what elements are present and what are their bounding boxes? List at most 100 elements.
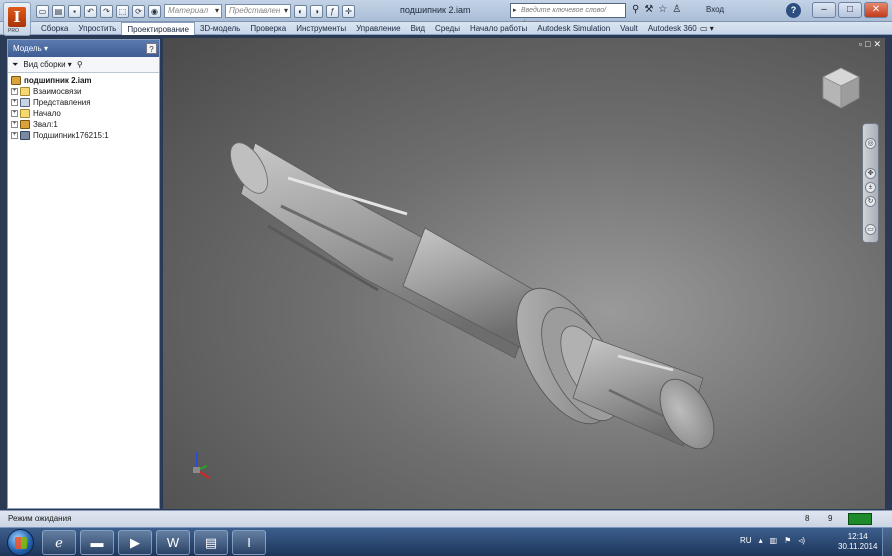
undo-icon[interactable]: ↶ xyxy=(84,4,97,18)
view-face-icon[interactable]: ▭ xyxy=(865,224,876,235)
steering-wheel-icon[interactable]: ◎ xyxy=(865,138,876,149)
select-icon[interactable]: ⬚ xyxy=(116,4,129,18)
open-file-icon[interactable]: ▤ xyxy=(52,4,65,18)
tree-item-label: Представления xyxy=(33,98,91,107)
material-select[interactable]: Материал xyxy=(164,4,222,18)
model-browser: Модель ▾ ? ⏷ Вид сборки ▾ ⚲ подшипник 2.… xyxy=(7,39,160,509)
explorer-folder-icon[interactable]: ▬ xyxy=(80,530,114,555)
start-button[interactable] xyxy=(7,529,34,556)
find-binoculars-icon[interactable]: ⚲ xyxy=(77,60,83,69)
chevron-down-icon[interactable]: ▾ xyxy=(42,44,48,53)
appearance-select[interactable]: Представлен xyxy=(225,4,291,18)
representations-icon xyxy=(20,98,30,107)
status-message: Режим ожидания xyxy=(8,514,72,523)
browser-title[interactable]: Модель xyxy=(13,44,42,53)
globe-icon[interactable]: ◉ xyxy=(148,4,161,18)
tab-assembly[interactable]: Сборка xyxy=(36,22,73,35)
zoom-icon[interactable]: ± xyxy=(865,182,876,193)
flag-icon[interactable]: ⚑ xyxy=(784,536,791,545)
clock-time: 12:14 xyxy=(847,532,868,541)
language-indicator[interactable]: RU xyxy=(740,536,752,545)
user-icon[interactable]: ♙ xyxy=(672,4,681,15)
folder-icon xyxy=(20,109,30,118)
tree-item-representations[interactable]: + Представления xyxy=(11,97,159,108)
tree-item-root[interactable]: подшипник 2.iam xyxy=(11,75,159,86)
folder-icon xyxy=(20,87,30,96)
tab-get-started[interactable]: Начало работы xyxy=(465,22,532,35)
tree-item-bearing[interactable]: + Подшипник176215:1 xyxy=(11,130,159,141)
tab-simplify[interactable]: Упростить xyxy=(73,22,121,35)
status-bar: Режим ожидания 8 9 xyxy=(0,510,892,527)
pan-icon[interactable]: ✥ xyxy=(865,168,876,179)
tab-tools[interactable]: Инструменты xyxy=(291,22,351,35)
update-icon[interactable]: ⟳ xyxy=(132,4,145,18)
clock-date: 30.11.2014 xyxy=(838,542,878,551)
save-icon[interactable]: ▪ xyxy=(68,4,81,18)
shaft-model[interactable] xyxy=(163,38,885,509)
tools-icon[interactable]: ⚒ xyxy=(644,4,653,15)
graphics-viewport[interactable]: ▫ □ ✕ ◎ ✥ ± ↻ ▭ xyxy=(163,38,885,509)
search-input[interactable]: Введите ключевое слово/фразу xyxy=(510,3,626,27)
part-icon xyxy=(20,120,30,129)
browser-help-icon[interactable]: ? xyxy=(146,43,157,54)
browser-header: Модель ▾ ? xyxy=(8,40,159,57)
sign-in-button[interactable]: Вход xyxy=(706,5,724,14)
filter-icon[interactable]: ⏷ xyxy=(12,60,18,70)
logo-subtitle: PRO xyxy=(8,28,19,34)
show-desktop-button[interactable] xyxy=(882,528,892,556)
tray-arrow-icon[interactable]: ▴ xyxy=(759,536,763,545)
status-count-occurrences: 8 xyxy=(805,514,810,523)
binoculars-icon[interactable]: ⚲ xyxy=(632,4,639,15)
viewcube[interactable] xyxy=(821,66,861,110)
axis-triad xyxy=(193,452,210,479)
tab-manage[interactable]: Управление xyxy=(351,22,405,35)
tab-view[interactable]: Вид xyxy=(406,22,430,35)
tab-autodesk-360[interactable]: Autodesk 360 xyxy=(643,22,702,35)
internet-explorer-icon[interactable]: ℯ xyxy=(42,530,76,555)
tab-inspect[interactable]: Проверка xyxy=(245,22,291,35)
application-menu-button[interactable]: I PRO xyxy=(3,2,31,36)
window-controls: – □ ✕ xyxy=(812,2,888,18)
word-icon[interactable]: W xyxy=(156,530,190,555)
expand-icon[interactable]: + xyxy=(11,132,18,139)
ribbon-options-icon[interactable]: ▭ ▾ xyxy=(700,22,714,35)
title-tools: ⚲ ⚒ ☆ ♙ xyxy=(632,4,681,15)
tree-item-label: Взаимосвязи xyxy=(33,87,82,96)
clock[interactable]: 12:14 30.11.2014 xyxy=(838,532,877,552)
inventor-icon[interactable]: I xyxy=(232,530,266,555)
help-button[interactable]: ? xyxy=(786,3,801,18)
volume-icon[interactable]: ◃) xyxy=(798,536,805,545)
tab-autodesk-simulation[interactable]: Autodesk Simulation xyxy=(532,22,615,35)
tree-item-label: Звал:1 xyxy=(33,120,58,129)
tab-vault[interactable]: Vault xyxy=(615,22,643,35)
expand-icon[interactable]: + xyxy=(11,99,18,106)
adjust-icon[interactable]: ◑ xyxy=(310,4,323,18)
part-icon xyxy=(20,131,30,140)
expand-icon[interactable]: + xyxy=(11,88,18,95)
measure-icon[interactable]: ✛ xyxy=(342,4,355,18)
notepad-icon[interactable]: ▤ xyxy=(194,530,228,555)
maximize-button[interactable]: □ xyxy=(838,2,862,18)
tab-environments[interactable]: Среды xyxy=(430,22,465,35)
new-file-icon[interactable]: ▭ xyxy=(36,4,49,18)
tree-item-shaft[interactable]: + Звал:1 xyxy=(11,119,159,130)
tree-item-relationships[interactable]: + Взаимосвязи xyxy=(11,86,159,97)
tab-3d-model[interactable]: 3D-модель xyxy=(195,22,245,35)
star-icon[interactable]: ☆ xyxy=(658,4,667,15)
redo-icon[interactable]: ↷ xyxy=(100,4,113,18)
status-indicator xyxy=(848,513,872,525)
ribbon-tabs: Сборка Упростить Проектирование 3D-модел… xyxy=(36,22,702,35)
minimize-button[interactable]: – xyxy=(812,2,836,18)
tab-design[interactable]: Проектирование xyxy=(121,22,195,35)
network-icon[interactable]: ▥ xyxy=(770,536,778,545)
expand-icon[interactable]: + xyxy=(11,110,18,117)
tree-item-origin[interactable]: + Начало xyxy=(11,108,159,119)
close-button[interactable]: ✕ xyxy=(864,2,888,18)
orbit-icon[interactable]: ↻ xyxy=(865,196,876,207)
assembly-view-select[interactable]: Вид сборки ▾ xyxy=(23,60,71,69)
formula-icon[interactable]: ƒ xyxy=(326,4,339,18)
tree-item-label: подшипник 2.iam xyxy=(24,76,92,85)
media-player-icon[interactable]: ▶ xyxy=(118,530,152,555)
color-icon[interactable]: ◐ xyxy=(294,4,307,18)
expand-icon[interactable]: + xyxy=(11,121,18,128)
